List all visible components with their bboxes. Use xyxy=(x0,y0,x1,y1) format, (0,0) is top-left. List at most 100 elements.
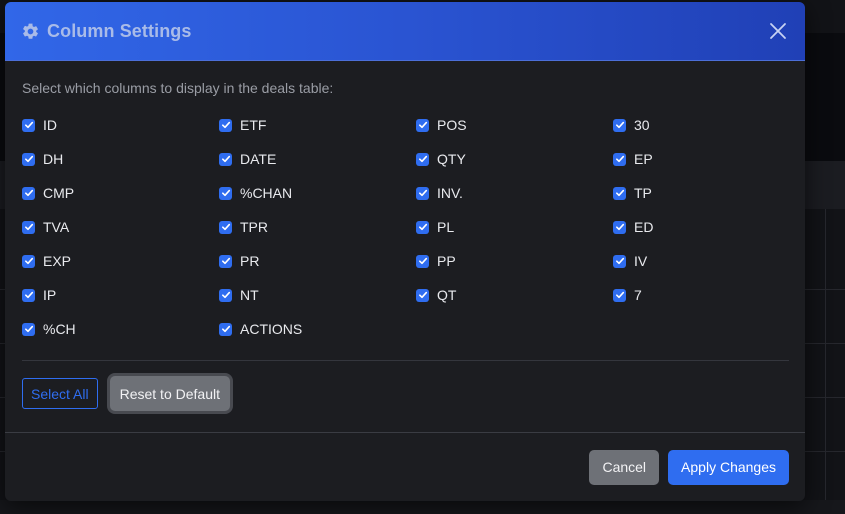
close-button[interactable] xyxy=(767,20,789,42)
checkbox[interactable] xyxy=(613,288,626,302)
modal-title: Column Settings xyxy=(47,20,192,41)
checkbox[interactable] xyxy=(613,220,626,234)
column-option-date[interactable]: DATE xyxy=(219,142,416,176)
column-option-ep[interactable]: EP xyxy=(613,142,783,176)
apply-changes-button[interactable]: Apply Changes xyxy=(668,449,789,485)
column-option-label: TP xyxy=(634,185,652,201)
checkbox[interactable] xyxy=(22,322,35,336)
column-option-pl[interactable]: PL xyxy=(416,210,613,244)
checkmark-icon xyxy=(221,121,230,129)
column-option-qty[interactable]: QTY xyxy=(416,142,613,176)
column-option-label: IP xyxy=(43,287,57,303)
selection-actions: Select All Reset to Default xyxy=(22,361,789,428)
empty-cell xyxy=(416,312,613,346)
checkbox[interactable] xyxy=(22,152,35,166)
checkbox[interactable] xyxy=(613,186,626,200)
column-option-chan[interactable]: %CHAN xyxy=(219,176,416,210)
column-option-pos[interactable]: POS xyxy=(416,108,613,142)
column-option-label: 30 xyxy=(634,117,650,133)
column-option-dh[interactable]: DH xyxy=(22,142,219,176)
checkbox[interactable] xyxy=(22,186,35,200)
column-option-30[interactable]: 30 xyxy=(613,108,783,142)
column-option-actions[interactable]: ACTIONS xyxy=(219,312,416,346)
column-settings-modal: Column Settings Select which columns to … xyxy=(5,2,805,501)
checkbox[interactable] xyxy=(22,288,35,302)
checkbox[interactable] xyxy=(416,220,429,234)
background-col-divider xyxy=(825,209,826,514)
cancel-button[interactable]: Cancel xyxy=(589,449,660,485)
checkmark-icon xyxy=(24,325,33,333)
checkbox[interactable] xyxy=(22,118,35,132)
column-option-iv[interactable]: IV xyxy=(613,244,783,278)
column-option-nt[interactable]: NT xyxy=(219,278,416,312)
checkmark-icon xyxy=(418,223,427,231)
checkmark-icon xyxy=(615,189,624,197)
checkmark-icon xyxy=(221,325,230,333)
column-option-tpr[interactable]: TPR xyxy=(219,210,416,244)
column-option-label: QT xyxy=(437,287,457,303)
column-option-exp[interactable]: EXP xyxy=(22,244,219,278)
checkmark-icon xyxy=(24,189,33,197)
column-option-ip[interactable]: IP xyxy=(22,278,219,312)
checkbox[interactable] xyxy=(219,152,232,166)
checkmark-icon xyxy=(615,257,624,265)
checkmark-icon xyxy=(418,257,427,265)
checkbox[interactable] xyxy=(416,254,429,268)
column-option-label: INV. xyxy=(437,185,463,201)
column-option-label: DH xyxy=(43,151,64,167)
column-option-label: DATE xyxy=(240,151,277,167)
column-option-label: %CHAN xyxy=(240,185,293,201)
checkmark-icon xyxy=(418,189,427,197)
column-option-id[interactable]: ID xyxy=(22,108,219,142)
column-option-tva[interactable]: TVA xyxy=(22,210,219,244)
checkmark-icon xyxy=(221,155,230,163)
column-option-etf[interactable]: ETF xyxy=(219,108,416,142)
column-option-ed[interactable]: ED xyxy=(613,210,783,244)
checkmark-icon xyxy=(221,257,230,265)
column-option-label: POS xyxy=(437,117,467,133)
checkbox[interactable] xyxy=(22,220,35,234)
checkmark-icon xyxy=(615,155,624,163)
checkbox[interactable] xyxy=(416,118,429,132)
checkbox[interactable] xyxy=(219,322,232,336)
checkmark-icon xyxy=(24,155,33,163)
column-option-label: TVA xyxy=(43,219,70,235)
checkbox[interactable] xyxy=(416,186,429,200)
column-option-7[interactable]: 7 xyxy=(613,278,783,312)
checkmark-icon xyxy=(221,223,230,231)
checkbox[interactable] xyxy=(416,152,429,166)
close-icon[interactable] xyxy=(769,22,787,40)
checkbox[interactable] xyxy=(219,186,232,200)
column-option-pp[interactable]: PP xyxy=(416,244,613,278)
checkmark-icon xyxy=(615,291,624,299)
select-all-button[interactable]: Select All xyxy=(22,378,98,409)
checkbox[interactable] xyxy=(219,254,232,268)
checkbox[interactable] xyxy=(219,220,232,234)
column-option-label: QTY xyxy=(437,151,466,167)
empty-cell xyxy=(613,312,783,346)
checkbox[interactable] xyxy=(416,288,429,302)
column-option-ch[interactable]: %CH xyxy=(22,312,219,346)
modal-footer: Cancel Apply Changes xyxy=(5,432,805,501)
checkbox[interactable] xyxy=(219,288,232,302)
column-options-grid: ID ETF POS 30 DH DATE QTY EP CMP %CHAN INV. TP TVA TP… xyxy=(22,108,789,346)
checkbox[interactable] xyxy=(22,254,35,268)
modal-header: Column Settings xyxy=(5,2,805,61)
checkmark-icon xyxy=(615,121,624,129)
column-option-label: ETF xyxy=(240,117,267,133)
column-option-pr[interactable]: PR xyxy=(219,244,416,278)
reset-to-default-button[interactable]: Reset to Default xyxy=(109,376,230,411)
column-option-cmp[interactable]: CMP xyxy=(22,176,219,210)
column-option-label: CMP xyxy=(43,185,75,201)
column-option-inv[interactable]: INV. xyxy=(416,176,613,210)
checkmark-icon xyxy=(221,189,230,197)
checkmark-icon xyxy=(24,257,33,265)
checkbox[interactable] xyxy=(613,254,626,268)
column-option-qt[interactable]: QT xyxy=(416,278,613,312)
checkbox[interactable] xyxy=(613,118,626,132)
column-option-tp[interactable]: TP xyxy=(613,176,783,210)
column-option-label: TPR xyxy=(240,219,268,235)
column-option-label: ACTIONS xyxy=(240,321,303,337)
checkbox[interactable] xyxy=(613,152,626,166)
checkbox[interactable] xyxy=(219,118,232,132)
